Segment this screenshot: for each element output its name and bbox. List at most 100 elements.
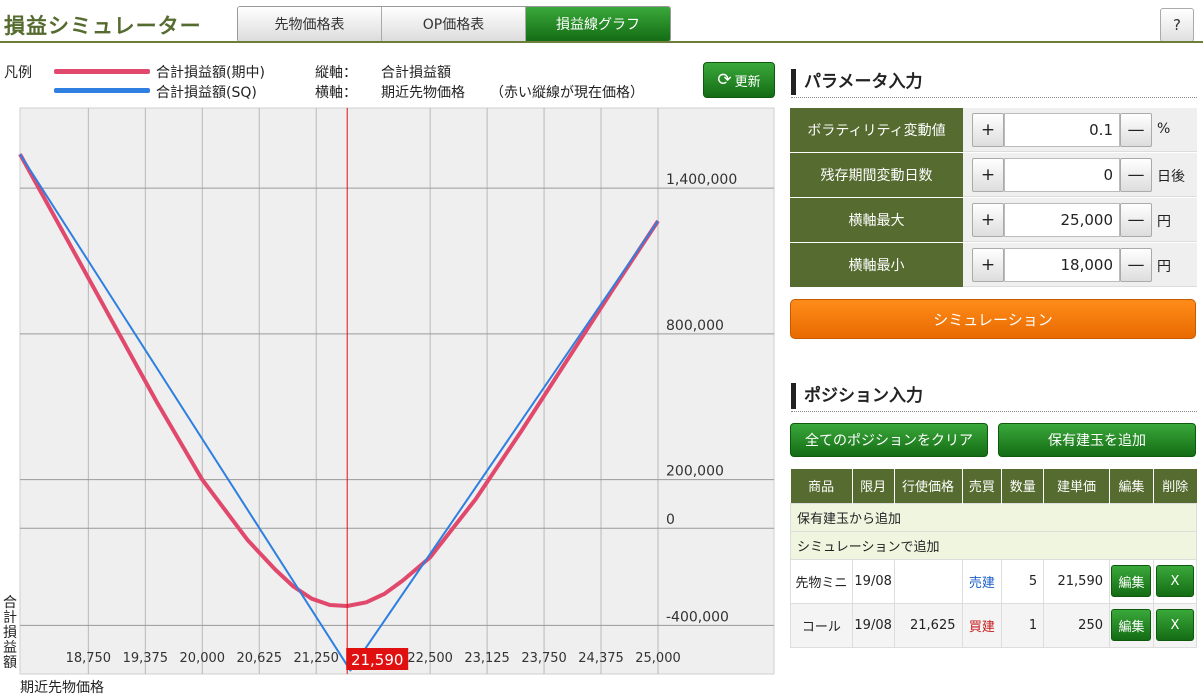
x-tick-label: 21,250 [293,651,339,666]
vertical-axis-label: 縦軸： [315,65,357,81]
y-tick-label: 0 [666,512,675,528]
param-unit-days: 日後 [1157,169,1185,185]
current-price-label: 21,590 [351,651,404,669]
col-strike: 行使価格 [894,469,963,503]
table-row: コール 19/08 21,625 買建 1 250 編集 X [790,602,1198,648]
help-button[interactable]: ? [1160,8,1194,42]
cell-delete: X [1152,558,1198,604]
x-tick-label: 19,375 [123,651,169,666]
legend-label: 凡例 [4,65,32,81]
col-qty: 数量 [1001,469,1045,503]
chart-ylabel: 合計損益額 [3,595,17,671]
param-decrement-xmin[interactable]: — [1120,248,1152,282]
delete-button[interactable]: X [1155,565,1194,597]
positions-table: 商品 限月 行使価格 売買 数量 建単価 編集 削除 保有建玉から追加 シミュレ… [790,469,1198,648]
col-side: 売買 [962,469,1003,503]
param-label-volatility: ボラティリティ変動値 [790,108,963,152]
x-tick-label: 25,000 [635,651,681,666]
param-unit-xmin: 円 [1157,259,1171,275]
edit-button[interactable]: 編集 [1111,565,1152,597]
param-input-xmin[interactable]: 18,000 [1004,248,1120,282]
refresh-button[interactable]: ⟳ 更新 [703,62,775,98]
group-row-simulation: シミュレーションで追加 [790,530,1197,560]
param-unit-xmax: 円 [1157,214,1171,230]
y-tick-label: 200,000 [666,464,724,480]
y-tick-label: 1,400,000 [666,172,737,188]
horizontal-axis-value: 期近先物価格 [381,85,465,101]
col-edit: 編集 [1109,469,1154,503]
cell-delete: X [1152,602,1198,648]
param-label-xmin: 横軸最小 [790,243,963,287]
group-label-holding: 保有建玉から追加 [790,502,1197,532]
x-tick-label: 23,750 [521,651,567,666]
cell-qty: 5 [1001,558,1045,604]
tab-option-prices[interactable]: OP価格表 [382,7,526,41]
param-increment-days[interactable]: + [972,158,1004,192]
tab-pl-graph[interactable]: 損益線グラフ [526,7,670,41]
cell-month: 19/08 [851,602,895,648]
param-input-volatility[interactable]: 0.1 [1004,113,1120,147]
delete-button[interactable]: X [1155,609,1194,641]
cell-edit: 編集 [1109,602,1154,648]
vertical-axis-value: 合計損益額 [381,65,451,81]
param-unit-volatility: % [1157,121,1171,137]
cell-price: 250 [1043,602,1110,648]
x-tick-label: 23,125 [464,651,510,666]
app-title: 損益シミュレーター [4,14,202,38]
param-increment-xmax[interactable]: + [972,203,1004,237]
cell-side: 売建 [961,558,1003,604]
param-increment-volatility[interactable]: + [972,113,1004,147]
pl-chart: 1,400,000 800,000 200,000 0 -400,000 18,750 19… [18,107,775,675]
table-row: 先物ミニ 19/08 売建 5 21,590 編集 X [790,558,1198,604]
refresh-icon: ⟳ [717,70,732,90]
legend-swatch-sq [54,88,150,93]
group-row-holding: 保有建玉から追加 [790,502,1197,532]
param-decrement-days[interactable]: — [1120,158,1152,192]
legend-swatch-interim [54,69,150,74]
y-tick-label: 800,000 [666,318,724,334]
params-section-line [791,97,1197,98]
positions-section-line [791,411,1197,412]
horizontal-axis-label: 横軸： [315,85,357,101]
col-product: 商品 [790,469,853,503]
cell-strike: 21,625 [893,602,963,648]
cell-qty: 1 [1001,602,1045,648]
chart-xlabel: 期近先物価格 [20,680,104,696]
edit-button[interactable]: 編集 [1111,609,1152,641]
x-tick-label: 20,625 [237,651,283,666]
plot-background [19,107,775,675]
clear-positions-button[interactable]: 全てのポジションをクリア [790,423,988,457]
group-label-simulation: シミュレーションで追加 [790,530,1197,560]
cell-product: 先物ミニ [790,558,853,604]
cell-strike [893,558,963,604]
x-tick-label: 20,000 [180,651,226,666]
x-tick-label: 22,500 [407,651,453,666]
tab-futures-prices[interactable]: 先物価格表 [238,7,382,41]
col-price: 建単価 [1043,469,1110,503]
header-divider [0,41,1203,43]
refresh-label: 更新 [734,74,761,90]
param-decrement-xmax[interactable]: — [1120,203,1152,237]
x-tick-label: 24,375 [578,651,624,666]
cell-side: 買建 [961,602,1003,648]
col-delete: 削除 [1153,469,1197,503]
param-label-xmax: 横軸最大 [790,198,963,242]
param-increment-xmin[interactable]: + [972,248,1004,282]
x-tick-label: 18,750 [66,651,112,666]
y-tick-label: -400,000 [666,609,729,625]
cell-edit: 編集 [1109,558,1154,604]
simulate-button[interactable]: シミュレーション [790,299,1196,339]
cell-product: コール [790,602,853,648]
param-decrement-volatility[interactable]: — [1120,113,1152,147]
col-month: 限月 [852,469,895,503]
legend-text-sq: 合計損益額(SQ) [156,85,257,101]
positions-section-title: ポジション入力 [791,383,923,409]
cell-price: 21,590 [1043,558,1110,604]
add-holding-button[interactable]: 保有建玉を追加 [998,423,1196,457]
param-label-days: 残存期間変動日数 [790,153,963,197]
positions-header-row: 商品 限月 行使価格 売買 数量 建単価 編集 削除 [790,469,1197,503]
param-input-xmax[interactable]: 25,000 [1004,203,1120,237]
param-input-days[interactable]: 0 [1004,158,1120,192]
view-tabs: 先物価格表 OP価格表 損益線グラフ [237,6,671,42]
current-price-note: （赤い縦線が現在価格） [490,85,644,101]
